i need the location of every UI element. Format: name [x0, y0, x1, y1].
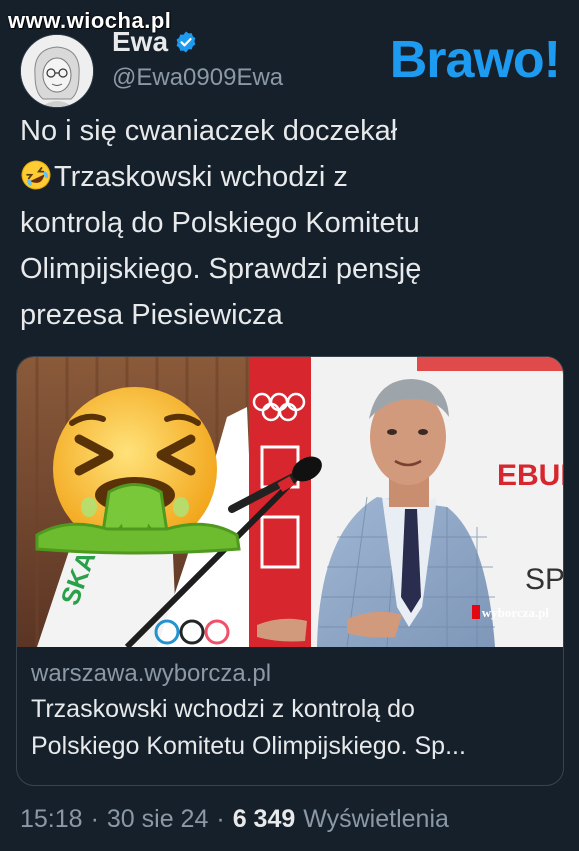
- views-count[interactable]: 6 349: [233, 805, 296, 834]
- link-card[interactable]: SKA EBUD SPO: [16, 356, 564, 786]
- user-handle[interactable]: @Ewa0909Ewa: [112, 64, 283, 92]
- tweet-line-2: Trzaskowski wchodzi z: [20, 154, 560, 200]
- card-title-line-1: Trzaskowski wchodzi z kontrolą do: [31, 695, 415, 723]
- tweet-line-2-text: Trzaskowski wchodzi z: [54, 161, 348, 193]
- rolling-on-floor-laughing-icon: [21, 160, 51, 190]
- sign-text-2: SPO: [525, 563, 563, 596]
- tweet-meta: 15:18 · 30 sie 24 · 6 349 Wyświetlenia: [20, 805, 449, 834]
- overlay-caption: Brawo!: [389, 31, 561, 89]
- image-credit: wyborcza.pl: [471, 605, 549, 621]
- card-image[interactable]: SKA EBUD SPO: [17, 357, 563, 647]
- tweet-date[interactable]: 30 sie 24: [107, 805, 208, 834]
- sign-text-1: EBUD: [497, 459, 563, 492]
- avatar[interactable]: [20, 34, 94, 108]
- card-title-line-2: Polskiego Komitetu Olimpijskiego. Sp...: [31, 732, 466, 760]
- avatar-portrait: [21, 35, 93, 107]
- tweet-time[interactable]: 15:18: [20, 805, 83, 834]
- tweet-line-4: Olimpijskiego. Sprawdzi pensję: [20, 253, 422, 285]
- display-name[interactable]: Ewa: [112, 26, 168, 58]
- tweet-text: No i się cwaniaczek doczekał Trzaskowski…: [20, 108, 560, 338]
- verified-badge-icon: [176, 31, 196, 53]
- name-row: Ewa: [112, 26, 198, 58]
- tweet-line-3: kontrolą do Polskiego Komitetu: [20, 207, 420, 239]
- tweet-line-1: No i się cwaniaczek doczekał: [20, 115, 398, 147]
- meta-separator: ·: [90, 805, 99, 833]
- views-label[interactable]: Wyświetlenia: [303, 805, 449, 834]
- tweet-header: Ewa @Ewa0909Ewa Brawo!: [20, 22, 561, 108]
- article-photo: SKA EBUD SPO: [17, 357, 563, 647]
- meta-separator: ·: [216, 805, 225, 833]
- image-credit-text: wyborcza.pl: [481, 605, 549, 620]
- card-text[interactable]: warszawa.wyborcza.pl Trzaskowski wchodzi…: [31, 657, 551, 765]
- tweet-line-5: prezesa Piesiewicza: [20, 299, 283, 331]
- card-domain: warszawa.wyborcza.pl: [31, 660, 272, 687]
